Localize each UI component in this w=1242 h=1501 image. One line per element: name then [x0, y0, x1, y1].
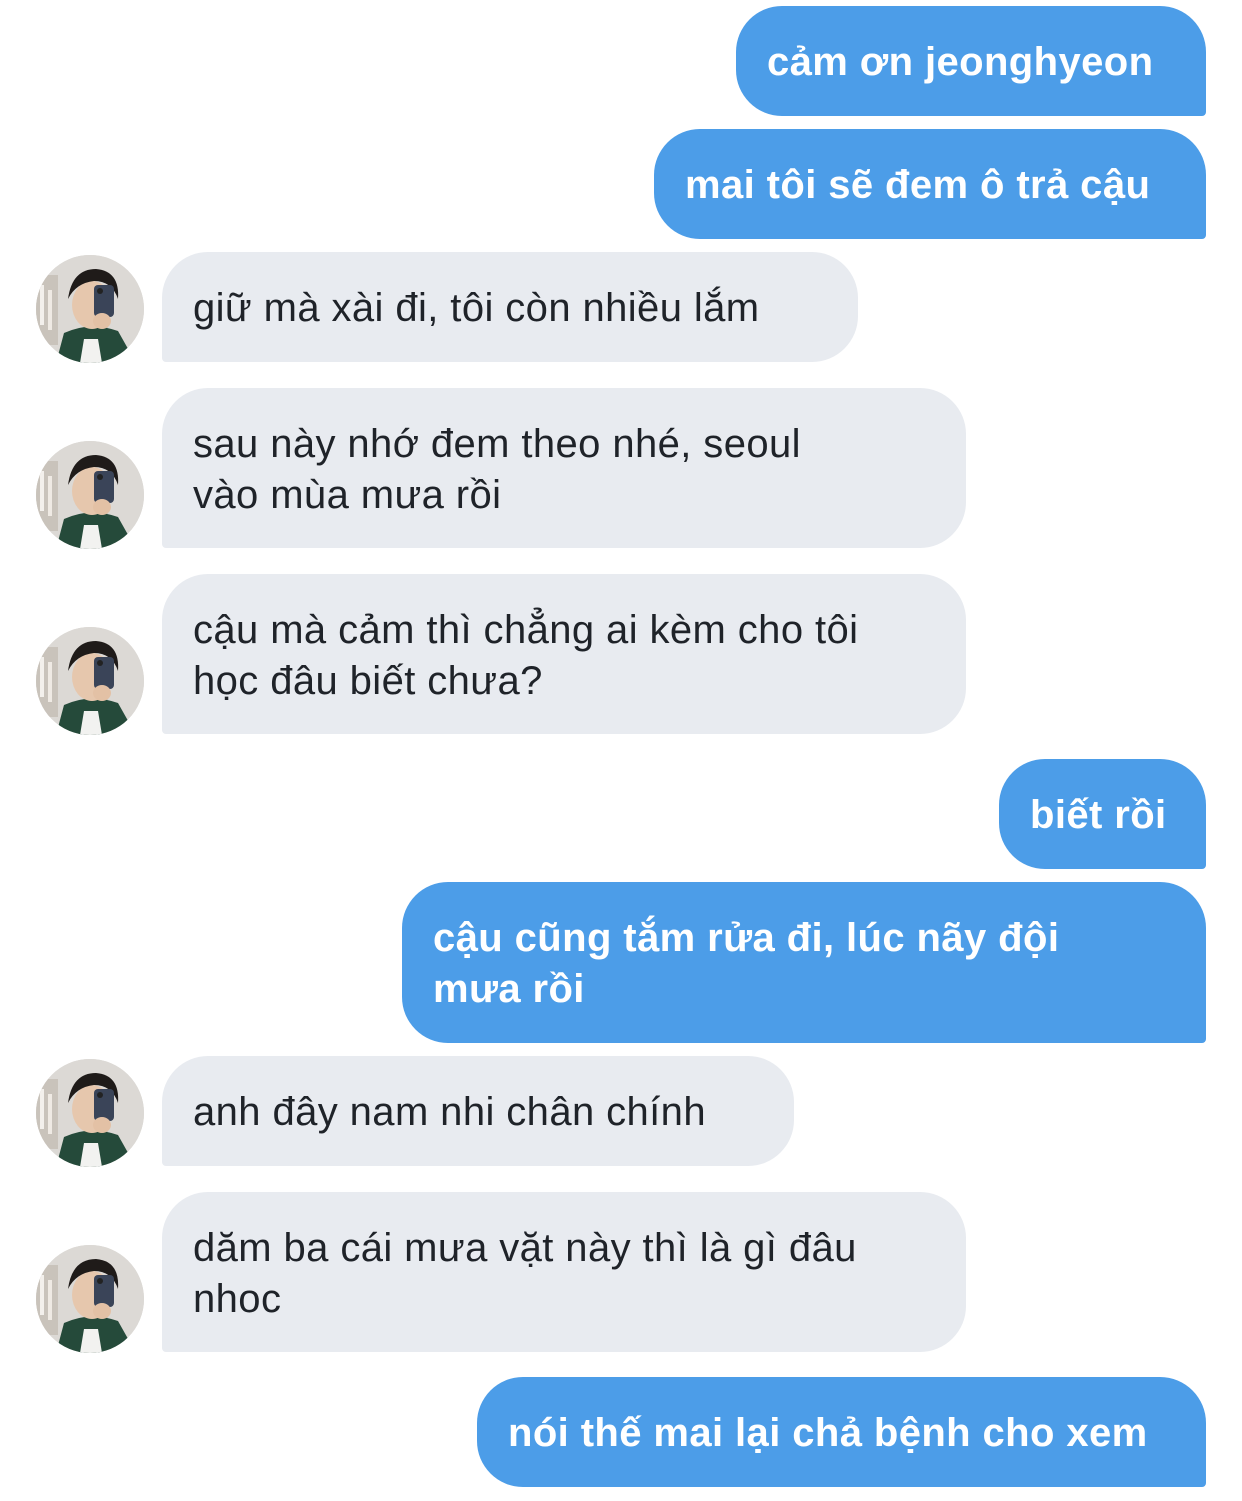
received-message-bubble[interactable]: anh đây nam nhi chân chính	[162, 1056, 794, 1166]
contact-avatar-photo-icon	[36, 255, 144, 363]
contact-avatar[interactable]	[36, 1059, 144, 1167]
contact-avatar-photo-icon	[36, 1245, 144, 1353]
contact-avatar[interactable]	[36, 627, 144, 735]
received-message-bubble[interactable]: dăm ba cái mưa vặt này thì là gì đâu nho…	[162, 1192, 966, 1352]
contact-avatar[interactable]	[36, 1245, 144, 1353]
received-message-bubble[interactable]: sau này nhớ đem theo nhé, seoul vào mùa …	[162, 388, 966, 548]
contact-avatar-photo-icon	[36, 1059, 144, 1167]
sent-message-bubble[interactable]: mai tôi sẽ đem ô trả cậu	[654, 129, 1206, 239]
contact-avatar[interactable]	[36, 441, 144, 549]
sent-message-bubble[interactable]: cảm ơn jeonghyeon	[736, 6, 1206, 116]
contact-avatar-photo-icon	[36, 627, 144, 735]
received-message-bubble[interactable]: cậu mà cảm thì chẳng ai kèm cho tôi học …	[162, 574, 966, 734]
sent-message-bubble[interactable]: nói thế mai lại chả bệnh cho xem	[477, 1377, 1206, 1487]
sent-message-bubble[interactable]: biết rồi	[999, 759, 1206, 869]
contact-avatar[interactable]	[36, 255, 144, 363]
contact-avatar-photo-icon	[36, 441, 144, 549]
sent-message-bubble[interactable]: cậu cũng tắm rửa đi, lúc nãy đội mưa rồi	[402, 882, 1206, 1043]
received-message-bubble[interactable]: giữ mà xài đi, tôi còn nhiều lắm	[162, 252, 858, 362]
